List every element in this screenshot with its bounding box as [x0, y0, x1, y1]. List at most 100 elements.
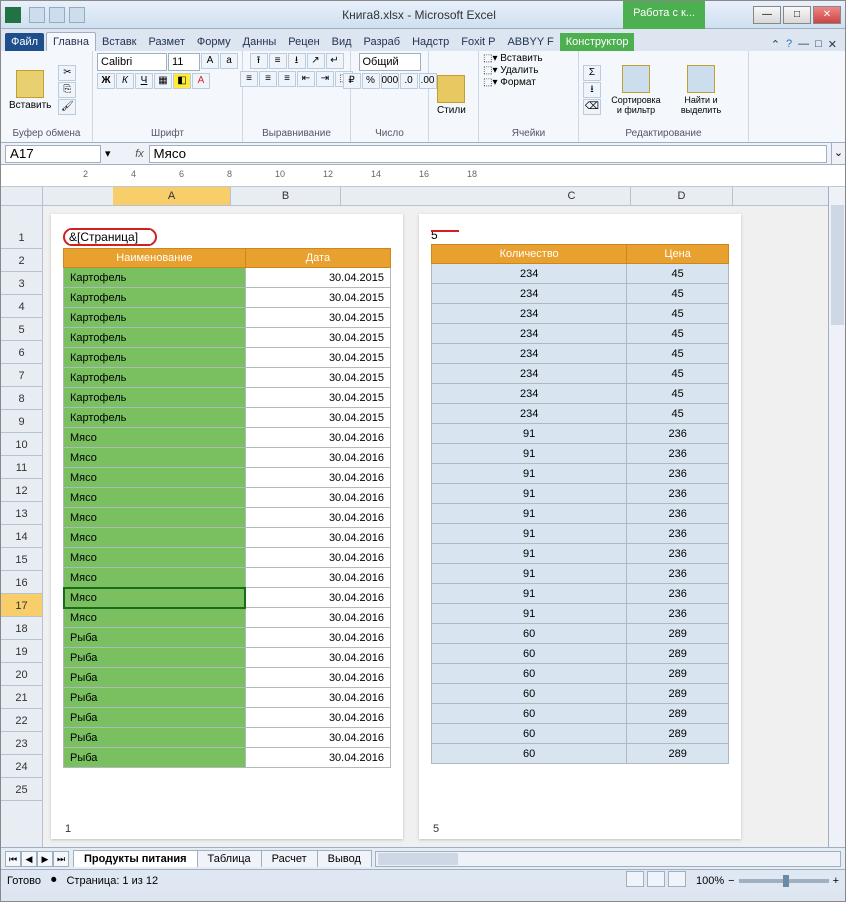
italic-icon[interactable]: К	[116, 73, 134, 89]
cut-icon[interactable]: ✂	[58, 65, 76, 81]
name-box[interactable]	[5, 145, 101, 163]
tab-abbyy[interactable]: ABBYY F	[501, 33, 559, 51]
row-header-24[interactable]: 24	[1, 755, 42, 778]
table-row[interactable]: 60289	[432, 744, 729, 764]
col-header-D[interactable]: D	[631, 187, 733, 205]
save-icon[interactable]	[29, 7, 45, 23]
table-row[interactable]: Мясо30.04.2016	[64, 508, 391, 528]
quick-access-toolbar[interactable]	[29, 7, 85, 23]
table-row[interactable]: Картофель30.04.2015	[64, 388, 391, 408]
namebox-dropdown-icon[interactable]: ▾	[105, 147, 111, 160]
table-row[interactable]: 23445	[432, 264, 729, 284]
row-header-16[interactable]: 16	[1, 571, 42, 594]
tab-view[interactable]: Вид	[326, 33, 358, 51]
table-row[interactable]: Мясо30.04.2016	[64, 548, 391, 568]
table-row[interactable]: Мясо30.04.2016	[64, 488, 391, 508]
wrap-text-icon[interactable]: ↵	[326, 53, 344, 69]
row-header-5[interactable]: 5	[1, 318, 42, 341]
undo-icon[interactable]	[49, 7, 65, 23]
sheet-tab[interactable]: Продукты питания	[73, 850, 198, 867]
row-header-22[interactable]: 22	[1, 709, 42, 732]
sheet-tab[interactable]: Таблица	[197, 850, 262, 867]
align-right-icon[interactable]: ≡	[278, 71, 296, 87]
row-header-8[interactable]: 8	[1, 387, 42, 410]
close-button[interactable]: ✕	[813, 6, 841, 24]
view-page-break-icon[interactable]	[668, 871, 686, 887]
tab-nav-prev-icon[interactable]: ◀	[21, 851, 37, 867]
sheet-tab[interactable]: Расчет	[261, 850, 318, 867]
tab-developer[interactable]: Разраб	[358, 33, 407, 51]
macro-record-icon[interactable]: ⏺	[51, 874, 57, 887]
table-page2[interactable]: Количество Цена 234452344523445234452344…	[431, 244, 729, 764]
row-header-10[interactable]: 10	[1, 433, 42, 456]
row-header-12[interactable]: 12	[1, 479, 42, 502]
tab-insert[interactable]: Вставк	[96, 33, 143, 51]
table-row[interactable]: 60289	[432, 644, 729, 664]
font-size-input[interactable]	[168, 53, 200, 71]
table-row[interactable]: Рыба30.04.2016	[64, 688, 391, 708]
row-header-25[interactable]: 25	[1, 778, 42, 801]
tab-home[interactable]: Главна	[46, 32, 96, 51]
orientation-icon[interactable]: ↗	[307, 53, 325, 69]
select-all-button[interactable]	[1, 187, 43, 206]
underline-icon[interactable]: Ч	[135, 73, 153, 89]
tab-nav-first-icon[interactable]: ⏮	[5, 851, 21, 867]
doc-close-icon[interactable]: ✕	[828, 38, 837, 51]
tab-layout[interactable]: Размет	[143, 33, 191, 51]
table-row[interactable]: Мясо30.04.2016	[64, 588, 391, 608]
row-header-21[interactable]: 21	[1, 686, 42, 709]
minimize-button[interactable]: —	[753, 6, 781, 24]
table-row[interactable]: 23445	[432, 284, 729, 304]
tab-file[interactable]: Файл	[5, 33, 44, 51]
row-header-1[interactable]: 1	[1, 226, 42, 249]
align-middle-icon[interactable]: ≡	[269, 53, 287, 69]
row-header-9[interactable]: 9	[1, 410, 42, 433]
row-header-11[interactable]: 11	[1, 456, 42, 479]
table-row[interactable]: Мясо30.04.2016	[64, 608, 391, 628]
table-row[interactable]: Картофель30.04.2015	[64, 288, 391, 308]
fill-color-icon[interactable]: ◧	[173, 73, 191, 89]
table-row[interactable]: 60289	[432, 724, 729, 744]
font-color-icon[interactable]: A	[192, 73, 210, 89]
row-headers[interactable]: 1234567891011121314151617181920212223242…	[1, 187, 43, 847]
table-row[interactable]: 23445	[432, 344, 729, 364]
table-row[interactable]: 60289	[432, 624, 729, 644]
percent-icon[interactable]: %	[362, 73, 380, 89]
row-header-14[interactable]: 14	[1, 525, 42, 548]
table-row[interactable]: 91236	[432, 564, 729, 584]
border-icon[interactable]: ▦	[154, 73, 172, 89]
table-row[interactable]: Мясо30.04.2016	[64, 528, 391, 548]
tab-addins[interactable]: Надстр	[406, 33, 455, 51]
table-row[interactable]: Картофель30.04.2015	[64, 348, 391, 368]
row-header-3[interactable]: 3	[1, 272, 42, 295]
row-header-13[interactable]: 13	[1, 502, 42, 525]
sort-filter-button[interactable]: Сортировка и фильтр	[604, 63, 668, 117]
increase-decimal-icon[interactable]: .0	[400, 73, 418, 89]
table-row[interactable]: 23445	[432, 404, 729, 424]
row-header-18[interactable]: 18	[1, 617, 42, 640]
table-row[interactable]: 91236	[432, 424, 729, 444]
table-row[interactable]: 60289	[432, 664, 729, 684]
tab-foxit[interactable]: Foxit P	[455, 33, 501, 51]
fill-icon[interactable]: ⭳	[583, 82, 601, 98]
align-center-icon[interactable]: ≡	[259, 71, 277, 87]
comma-icon[interactable]: 000	[381, 73, 399, 89]
row-header-6[interactable]: 6	[1, 341, 42, 364]
decrease-indent-icon[interactable]: ⇤	[297, 71, 315, 87]
cells-format-button[interactable]: ⬚▾ Формат	[483, 77, 536, 88]
table-row[interactable]: 91236	[432, 584, 729, 604]
table-row[interactable]: Картофель30.04.2015	[64, 268, 391, 288]
align-left-icon[interactable]: ≡	[240, 71, 258, 87]
tab-review[interactable]: Рецен	[282, 33, 325, 51]
worksheet-area[interactable]: ABCD 12345678910111213141516171819202122…	[1, 187, 845, 847]
align-bottom-icon[interactable]: ⭳	[288, 53, 306, 69]
table-row[interactable]: Мясо30.04.2016	[64, 448, 391, 468]
table-row[interactable]: Рыба30.04.2016	[64, 648, 391, 668]
autosum-icon[interactable]: Σ	[583, 65, 601, 81]
table-row[interactable]: Мясо30.04.2016	[64, 468, 391, 488]
header-code-input[interactable]	[69, 230, 151, 244]
table-row[interactable]: Рыба30.04.2016	[64, 708, 391, 728]
minimize-ribbon-icon[interactable]: ⌃	[771, 38, 780, 51]
table-row[interactable]: Рыба30.04.2016	[64, 748, 391, 768]
table-row[interactable]: Рыба30.04.2016	[64, 728, 391, 748]
